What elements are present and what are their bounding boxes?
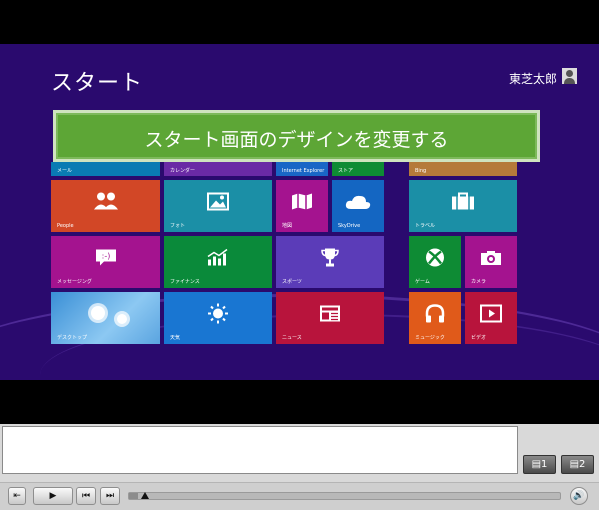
player-controls: ⇤ ▶ ⏮ ⏭ 🔊 [0,482,599,510]
tile-mail[interactable]: メール [51,162,160,176]
tile-camera[interactable]: カメラ [465,236,517,288]
tile-calendar[interactable]: カレンダー [164,162,272,176]
tile-video[interactable]: ビデオ [465,292,517,344]
play-icon: ▶ [49,491,57,501]
headphones-icon [424,302,446,327]
tile-travel[interactable]: トラベル [409,180,517,232]
seek-bar[interactable] [128,492,561,500]
map-icon [291,192,313,213]
seek-thumb[interactable] [140,492,149,499]
tile-news[interactable]: ニュース [276,292,384,344]
trophy-icon [320,247,340,270]
windows-start-screen: スタート 東芝太郎 メール カレンダー Internet Explorer スト… [0,44,599,380]
svg-text::-): :-) [101,251,110,260]
video-play-icon [480,304,502,325]
video-area: スタート 東芝太郎 メール カレンダー Internet Explorer スト… [0,0,599,424]
tile-skydrive[interactable]: SkyDrive [332,180,384,232]
tile-games[interactable]: ゲーム [409,236,461,288]
tile-music[interactable]: ミュージック [409,292,461,344]
daisy-decoration [117,314,127,324]
tile-messaging[interactable]: :-) メッセージング [51,236,160,288]
subtitle-box [2,426,518,474]
chart-icon [206,248,230,269]
volume-button[interactable]: 🔊 [570,487,588,505]
player-panel: ▤1 ▤2 ⇤ ▶ ⏮ ⏭ 🔊 [0,424,599,510]
speaker-icon: 🔊 [573,491,585,501]
previous-icon: ⏮ [81,491,91,501]
camera-icon [480,249,502,269]
tile-internet-explorer[interactable]: Internet Explorer [276,162,328,176]
next-icon: ⏭ [105,491,115,501]
message-icon: :-) [95,248,117,269]
tile-bing[interactable]: Bing [409,162,517,176]
user-name[interactable]: 東芝太郎 [509,70,557,87]
tile-photos[interactable]: フォト [164,180,272,232]
next-button[interactable]: ⏭ [100,487,120,505]
tile-finance[interactable]: ファイナンス [164,236,272,288]
change-start-design-banner: スタート画面のデザインを変更する [53,110,540,162]
tile-people[interactable]: People [51,180,160,232]
suitcase-icon [451,192,475,213]
start-title: スタート [51,71,144,96]
tile-maps[interactable]: 地図 [276,180,328,232]
caption-2-button[interactable]: ▤2 [561,455,594,474]
play-button[interactable]: ▶ [33,487,73,505]
tile-store[interactable]: ストア [332,162,384,176]
newspaper-icon [319,304,341,325]
caption-1-button[interactable]: ▤1 [523,455,556,474]
tile-sports[interactable]: スポーツ [276,236,384,288]
photo-icon [207,192,229,213]
xbox-icon [425,247,445,270]
people-icon [93,191,119,214]
daisy-decoration [91,306,105,320]
exit-icon: ⇤ [13,491,21,501]
tile-weather[interactable]: 天気 [164,292,272,344]
sun-icon [207,302,229,327]
previous-button[interactable]: ⏮ [76,487,96,505]
user-avatar-icon[interactable] [562,68,577,84]
cloud-icon [345,193,371,213]
seek-progress [129,493,138,499]
banner-text: スタート画面のデザインを変更する [144,129,449,151]
exit-button[interactable]: ⇤ [8,487,26,505]
tile-desktop[interactable]: デスクトップ [51,292,160,344]
